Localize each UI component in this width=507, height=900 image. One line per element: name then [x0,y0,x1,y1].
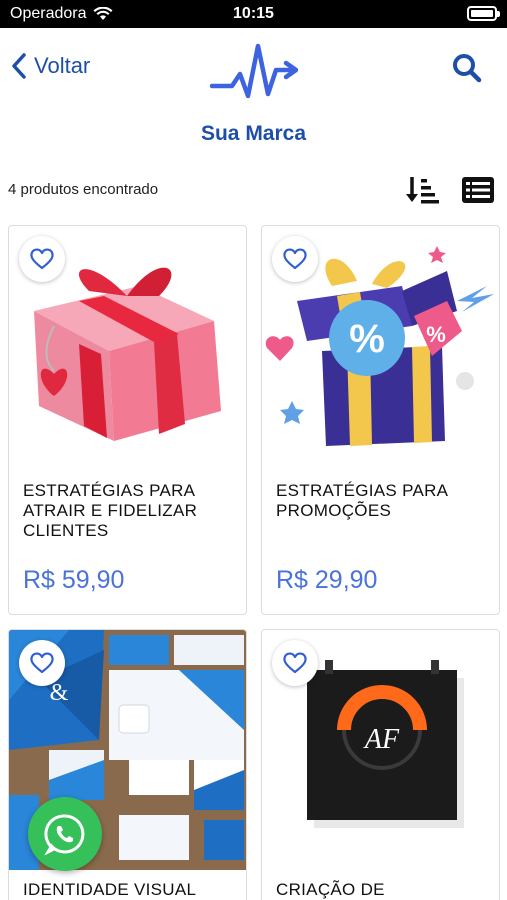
sort-icon [406,177,439,204]
chevron-left-icon [12,53,26,79]
favorite-button[interactable] [19,640,65,686]
back-button[interactable]: Voltar [10,52,90,80]
search-button[interactable] [451,52,483,84]
product-title: ESTRATÉGIAS PARA ATRAIR E FIDELIZAR CLIE… [23,481,198,540]
nav-bar: Voltar [0,28,507,112]
whatsapp-button[interactable] [28,797,102,871]
product-card[interactable]: AF CRIAÇÃO DE [261,629,500,900]
favorite-button[interactable] [19,236,65,282]
page-title: Sua Marca [200,122,307,145]
heart-icon [283,248,307,270]
product-price: R$ 29,90 [276,566,378,594]
favorite-button[interactable] [272,236,318,282]
svg-text:%: % [349,317,385,361]
product-title: IDENTIDADE VISUAL [23,880,197,899]
svg-text:%: % [426,322,446,347]
product-price: R$ 59,90 [23,566,125,594]
product-card[interactable]: ESTRATÉGIAS PARA ATRAIR E FIDELIZAR CLIE… [8,225,247,615]
heart-icon [30,652,54,674]
product-title: ESTRATÉGIAS PARA PROMOÇÕES [276,481,448,520]
heart-icon [30,248,54,270]
status-time: 10:15 [233,5,274,22]
product-title: CRIAÇÃO DE [276,880,385,899]
battery-icon [467,6,500,21]
favorite-button[interactable] [272,640,318,686]
search-icon [453,54,482,83]
poster-logo-letters: AF [363,724,400,755]
back-label: Voltar [34,53,91,78]
heart-icon [283,652,307,674]
product-card[interactable]: % % ESTRATÉGIAS PARA PROMOÇÕES R$ 29,90 [261,225,500,615]
results-count: 4 produtos encontrado [8,181,159,198]
list-icon [462,177,494,203]
results-toolbar: 4 produtos encontrado [0,170,507,210]
sort-button[interactable] [405,174,439,206]
whatsapp-icon [44,814,85,856]
status-bar: Operadora 10:15 [0,0,507,28]
svg-text:&: & [50,680,69,706]
list-view-button[interactable] [461,176,495,204]
brand-logo [210,43,298,99]
